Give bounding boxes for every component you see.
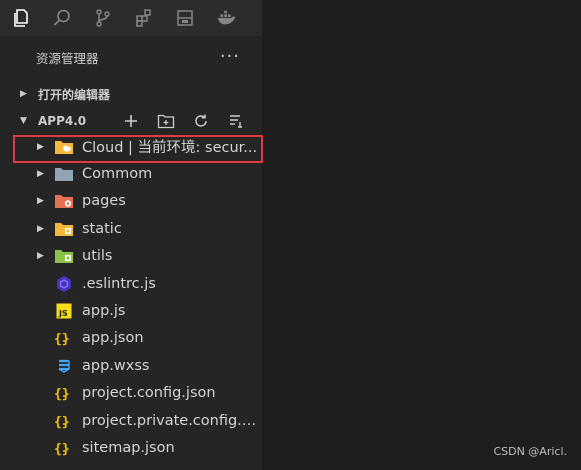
section-project-label: APP4.0 [38, 114, 87, 128]
explorer-icon[interactable] [0, 0, 41, 36]
svg-text:{}: {} [54, 332, 70, 346]
svg-text:{}: {} [54, 442, 70, 456]
svg-text:{}: {} [54, 415, 70, 429]
collapse-all-icon[interactable] [222, 110, 250, 132]
refresh-icon[interactable] [187, 110, 215, 132]
chevron-right-icon: ▶ [20, 89, 27, 99]
remote-icon[interactable] [164, 0, 205, 36]
more-actions-button[interactable]: ··· [220, 48, 240, 66]
chevron-right-icon: ▶ [37, 251, 44, 262]
explorer-title: 资源管理器 [36, 50, 99, 66]
json-icon: {} [54, 383, 74, 403]
tree-label: project.config.json [82, 385, 216, 402]
folder-pages-icon [54, 191, 74, 211]
tree-label: sitemap.json [82, 439, 175, 456]
tree-label: utils [82, 248, 113, 265]
chevron-down-icon: ▼ [20, 116, 27, 126]
section-open-editors-label: 打开的编辑器 [38, 87, 111, 102]
folder-actions [117, 110, 250, 132]
tree-label: pages [82, 193, 126, 210]
tree-file-app-js[interactable]: JS app.js [0, 297, 262, 324]
folder-utils-icon [54, 246, 74, 266]
activity-bar [0, 0, 262, 37]
folder-icon [54, 164, 74, 184]
json-icon: {} [54, 328, 74, 348]
tree-folder-pages[interactable]: ▶ pages [0, 188, 262, 215]
svg-text:JS: JS [58, 309, 68, 318]
new-folder-icon[interactable] [152, 110, 180, 132]
tree-label: .eslintrc.js [82, 275, 156, 292]
explorer-header: 资源管理器 ··· [0, 36, 262, 78]
tree-file-project-private-config[interactable]: {} project.private.config.js... [0, 407, 262, 434]
json-icon: {} [54, 438, 74, 458]
source-control-icon[interactable] [82, 0, 123, 36]
tree-label: Cloud | 当前环境: secur... [82, 140, 258, 157]
folder-static-icon [54, 219, 74, 239]
section-open-editors[interactable]: ▶ 打开的编辑器 [0, 80, 262, 108]
tree-folder-cloud[interactable]: ▶ Cloud | 当前环境: secur... [0, 133, 262, 160]
section-project[interactable]: ▼ APP4.0 [0, 107, 262, 135]
tree-file-app-json[interactable]: {} app.json [0, 325, 262, 352]
file-tree: ▶ Cloud | 当前环境: secur... ▶ Commom ▶ page… [0, 133, 262, 462]
tree-folder-commom[interactable]: ▶ Commom [0, 160, 262, 187]
json-icon: {} [54, 411, 74, 431]
explorer-sidebar: 资源管理器 ··· ▶ 打开的编辑器 ▼ APP4.0 ▶ Cloud | 当前… [0, 0, 263, 470]
svg-text:{}: {} [54, 387, 70, 401]
js-icon: JS [54, 301, 74, 321]
extensions-icon[interactable] [123, 0, 164, 36]
tree-label: app.js [82, 303, 126, 320]
docker-icon[interactable] [205, 0, 246, 36]
chevron-right-icon: ▶ [37, 141, 44, 152]
tree-label: Commom [82, 166, 153, 183]
chevron-right-icon: ▶ [37, 223, 44, 234]
tree-label: app.wxss [82, 357, 150, 374]
tree-file-project-config[interactable]: {} project.config.json [0, 380, 262, 407]
tree-folder-utils[interactable]: ▶ utils [0, 243, 262, 270]
search-icon[interactable] [41, 0, 82, 36]
tree-label: static [82, 220, 122, 237]
tree-file-sitemap[interactable]: {} sitemap.json [0, 434, 262, 461]
tree-folder-static[interactable]: ▶ static [0, 215, 262, 242]
chevron-right-icon: ▶ [37, 196, 44, 207]
tree-file-app-wxss[interactable]: app.wxss [0, 352, 262, 379]
tree-file-eslintrc[interactable]: .eslintrc.js [0, 270, 262, 297]
watermark: CSDN @Aricl. [493, 445, 567, 458]
chevron-right-icon: ▶ [37, 169, 44, 180]
tree-label: app.json [82, 330, 144, 347]
new-file-icon[interactable] [117, 110, 145, 132]
css-icon [54, 356, 74, 376]
eslint-icon [54, 274, 74, 294]
tree-label: project.private.config.js... [82, 412, 260, 429]
folder-cloud-icon [54, 137, 74, 157]
